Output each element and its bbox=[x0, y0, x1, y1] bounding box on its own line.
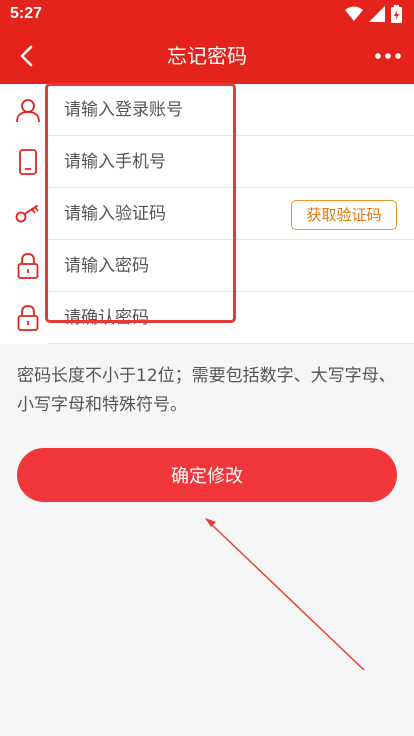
account-row bbox=[0, 84, 414, 136]
code-row: 获取验证码 bbox=[0, 188, 414, 240]
password-input[interactable] bbox=[64, 248, 234, 284]
more-dots-icon bbox=[375, 53, 401, 59]
signal-icon bbox=[369, 6, 385, 22]
wifi-icon bbox=[345, 6, 363, 21]
key-icon bbox=[14, 200, 42, 228]
divider bbox=[48, 343, 414, 344]
back-arrow-icon bbox=[20, 45, 33, 67]
get-code-button[interactable]: 获取验证码 bbox=[291, 200, 397, 230]
status-bar: 5:27 bbox=[0, 0, 414, 28]
phone-icon bbox=[14, 148, 42, 176]
page-title: 忘记密码 bbox=[167, 44, 247, 68]
back-button[interactable] bbox=[8, 38, 44, 74]
app-header: 忘记密码 bbox=[0, 28, 414, 84]
reset-password-form: 获取验证码 bbox=[0, 84, 414, 344]
status-icons bbox=[345, 5, 402, 23]
confirm-password-row bbox=[0, 292, 414, 344]
password-row bbox=[0, 240, 414, 292]
confirm-change-button[interactable]: 确定修改 bbox=[17, 448, 397, 502]
phone-row bbox=[0, 136, 414, 188]
lock-icon bbox=[14, 304, 42, 332]
account-input[interactable] bbox=[64, 92, 234, 128]
battery-icon bbox=[391, 5, 402, 23]
user-icon bbox=[14, 96, 42, 124]
more-button[interactable] bbox=[368, 38, 408, 74]
confirm-password-input[interactable] bbox=[64, 300, 234, 336]
lock-icon bbox=[14, 252, 42, 280]
status-time: 5:27 bbox=[10, 5, 43, 22]
phone-input[interactable] bbox=[64, 144, 234, 180]
verification-code-input[interactable] bbox=[64, 196, 234, 232]
password-hint: 密码长度不小于12位；需要包括数字、大写字母、小写字母和特殊符号。 bbox=[17, 366, 396, 415]
